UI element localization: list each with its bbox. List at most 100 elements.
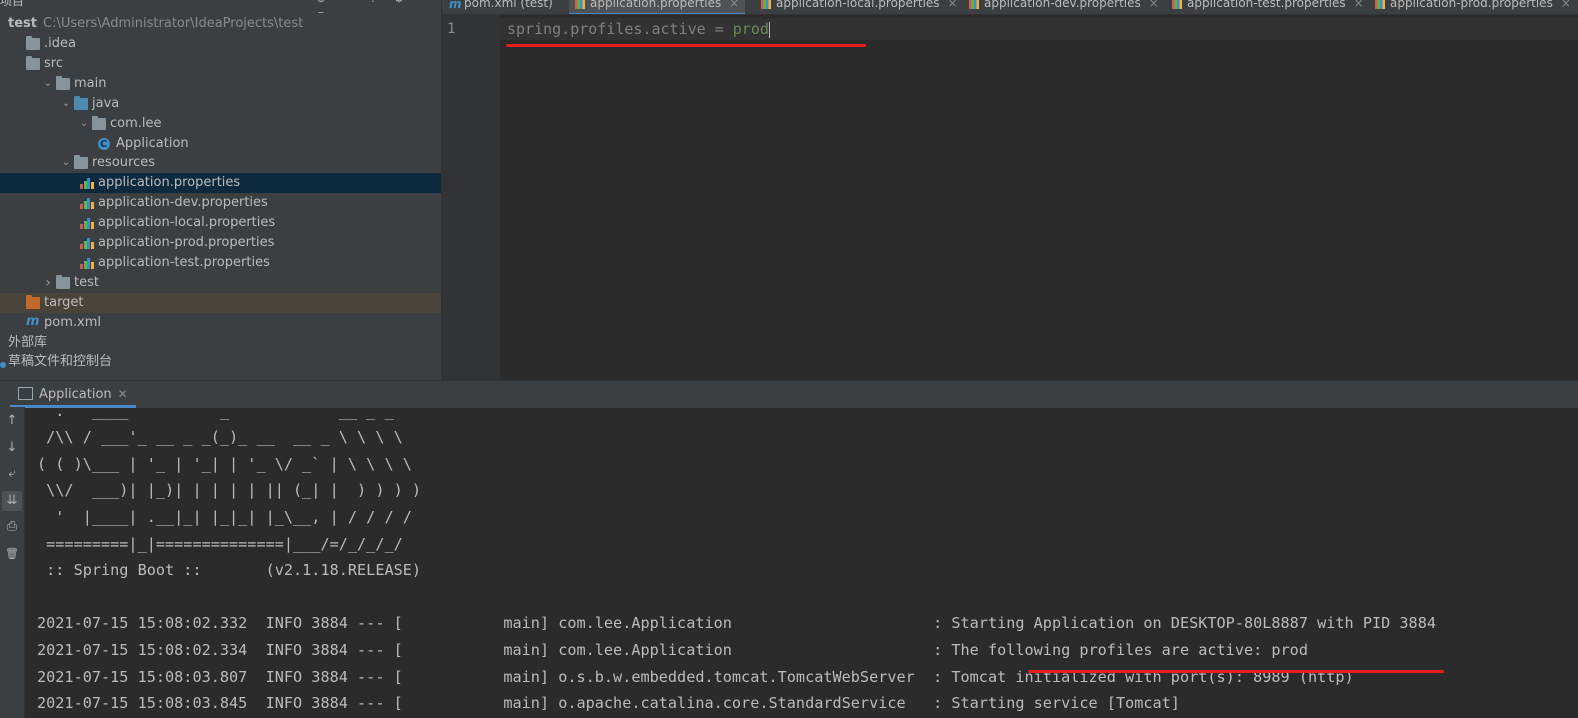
editor-tab-label: application.properties — [590, 0, 722, 10]
up-arrow-icon[interactable]: ↑ — [2, 411, 22, 431]
editor-tab-label: pom.xml (test) — [464, 0, 553, 10]
tree-item[interactable]: application.properties — [0, 173, 441, 194]
tree-item-label: main — [74, 75, 107, 91]
library-icon — [0, 337, 4, 349]
close-icon[interactable]: ✕ — [118, 387, 128, 401]
log-line: 2021-07-15 15:08:02.334 INFO 3884 --- [ … — [37, 641, 1308, 659]
properties-file-icon — [80, 197, 94, 210]
folder-icon — [26, 36, 40, 50]
project-view-title[interactable]: 项目 — [0, 0, 24, 9]
trash-icon[interactable]: 🗑 — [2, 544, 22, 564]
tree-item-label: target — [44, 294, 84, 310]
tree-item-label: java — [92, 95, 120, 111]
tree-item[interactable]: ⌄ resources — [0, 153, 441, 173]
tree-item-label: application-dev.properties — [98, 195, 268, 211]
folder-icon — [56, 274, 70, 289]
tree-root-project[interactable]: test C:\Users\Administrator\IdeaProjects\… — [0, 14, 441, 34]
properties-icon — [1375, 0, 1385, 9]
tree-item[interactable]: ⌄ java — [0, 94, 441, 114]
tree-item[interactable]: application-prod.properties — [0, 233, 441, 253]
tree-item-label: 草稿文件和控制台 — [8, 354, 113, 370]
editor-area: m pom.xml (test) application.properties × ap… — [441, 0, 1578, 380]
run-tab-bar: Application ✕ — [0, 380, 1578, 408]
chevron-down-icon[interactable]: ▼ — [26, 0, 34, 2]
line-number-gutter: 1 — [441, 14, 500, 380]
expand-all-icon[interactable]: ≑ — [364, 0, 382, 5]
close-icon[interactable]: × — [729, 0, 739, 10]
resources-folder-icon — [74, 155, 88, 170]
text-caret — [768, 21, 770, 38]
tree-item-label: resources — [92, 155, 156, 171]
run-tab-application[interactable]: Application ✕ — [10, 381, 136, 408]
tree-item[interactable]: ⌄ main — [0, 74, 441, 94]
tree-item[interactable]: 外部库 — [0, 333, 441, 353]
tree-item[interactable]: 草稿文件和控制台 — [0, 352, 441, 372]
tree-item[interactable]: ⌄ com.lee — [0, 114, 441, 134]
collapse-all-icon[interactable]: ≚ — [338, 0, 356, 5]
project-tool-window: 项目 ▼ ⊕≚≑⚙– testC:\Users\Administrator\Id… — [0, 0, 441, 380]
folder-icon — [26, 55, 40, 70]
panel-divider[interactable] — [441, 0, 442, 380]
class-icon — [98, 135, 110, 155]
properties-file-icon — [80, 217, 94, 230]
run-config-icon — [18, 387, 33, 400]
tree-item-label: application-prod.properties — [98, 235, 275, 250]
editor-tab[interactable]: application-dev.properties × — [969, 0, 1159, 13]
project-panel-header: 项目 ▼ ⊕≚≑⚙– — [0, 0, 441, 19]
editor-tab-label: application-dev.properties — [984, 0, 1141, 10]
source-folder-icon — [74, 95, 88, 110]
gear-icon[interactable]: ⚙ — [390, 0, 408, 5]
chevron-right-icon[interactable]: › — [42, 273, 54, 293]
red-annotation-underline — [1028, 670, 1444, 673]
editor-tab-label: application-prod.properties — [1390, 0, 1553, 10]
tree-item[interactable]: application-dev.properties — [0, 193, 441, 213]
run-toolbar: ↑ ↓ ⤶ ⇊ ⎙ 🗑 — [0, 407, 25, 718]
close-icon[interactable]: × — [1561, 0, 1571, 10]
tree-item[interactable]: › test — [0, 273, 441, 293]
tree-item-label: com.lee — [110, 115, 162, 131]
tree-item[interactable]: src — [0, 54, 441, 74]
project-name: test — [8, 16, 37, 31]
log-line: 2021-07-15 15:08:02.332 INFO 3884 --- [ … — [37, 614, 1436, 632]
properties-file-icon — [80, 237, 94, 249]
run-tab-label: Application — [39, 387, 112, 402]
code-line[interactable]: spring.profiles.active = prod — [507, 20, 770, 38]
print-icon[interactable]: ⎙ — [2, 517, 22, 537]
chevron-down-icon[interactable]: ⌄ — [42, 74, 54, 94]
chevron-down-icon[interactable]: ⌄ — [60, 153, 72, 173]
tree-item-label: 外部库 — [8, 334, 48, 350]
editor-tab-label: application-test.properties — [1187, 0, 1346, 10]
properties-icon — [1172, 0, 1182, 9]
chevron-down-icon[interactable]: ⌄ — [60, 94, 72, 114]
banner-line: \\/ ___)| |_)| | | | | || (_| | ) ) ) ) — [37, 481, 422, 499]
tree-item[interactable]: m pom.xml — [0, 313, 441, 333]
tree-item[interactable]: Application — [0, 134, 441, 155]
banner-line: :: Spring Boot :: (v2.1.18.RELEASE) — [37, 561, 422, 579]
close-icon[interactable]: × — [1354, 0, 1364, 10]
tree-item-label: Application — [116, 135, 189, 151]
editor-tab[interactable]: application-test.properties × — [1172, 0, 1364, 13]
tree-item-label: .idea — [44, 36, 76, 51]
tree-item[interactable]: target — [0, 292, 441, 313]
banner-line: . ____ _ __ _ _ — [37, 407, 394, 420]
editor-tab[interactable]: application.properties × — [569, 0, 746, 14]
property-separator: = — [705, 20, 733, 38]
editor-tab[interactable]: application-local.properties × — [761, 0, 958, 13]
scratch-icon — [0, 362, 6, 369]
down-arrow-icon[interactable]: ↓ — [2, 438, 22, 458]
chevron-down-icon[interactable]: ⌄ — [78, 114, 90, 134]
editor-tab[interactable]: m pom.xml (test) — [449, 0, 553, 13]
tree-item[interactable]: .idea — [0, 34, 441, 54]
soft-wrap-icon[interactable]: ⤶ — [2, 464, 22, 484]
close-icon[interactable]: × — [1149, 0, 1159, 10]
maven-icon: m — [26, 313, 40, 329]
editor-tab[interactable]: application-prod.properties × — [1375, 0, 1571, 13]
run-tool-window: Application ✕ ↑ ↓ ⤶ ⇊ ⎙ 🗑 . ____ _ __ _ _ /\\ … — [0, 380, 1578, 718]
tree-item[interactable]: application-local.properties — [0, 213, 441, 233]
tree-item-label: application.properties — [98, 175, 241, 191]
properties-icon — [575, 0, 585, 9]
close-icon[interactable]: × — [948, 0, 958, 10]
scroll-to-end-icon[interactable]: ⇊ — [2, 490, 22, 511]
tree-item[interactable]: application-test.properties — [0, 253, 441, 273]
editor-tab-label: application-local.properties — [776, 0, 940, 10]
